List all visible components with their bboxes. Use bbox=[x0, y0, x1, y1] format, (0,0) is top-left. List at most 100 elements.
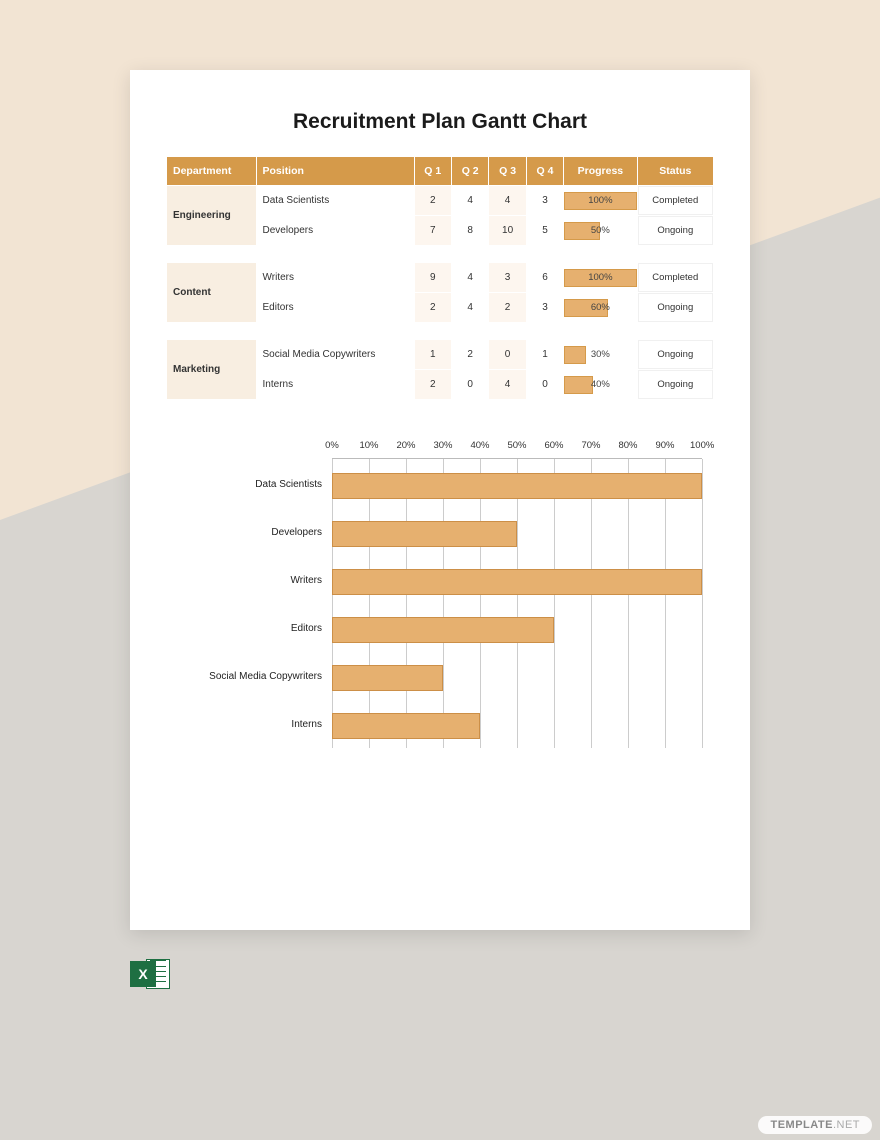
chart-bar-label: Data Scientists bbox=[172, 479, 322, 490]
th-department: Department bbox=[167, 157, 256, 185]
axis-tick-label: 10% bbox=[357, 440, 381, 451]
quarter-cell: 5 bbox=[527, 216, 563, 245]
quarter-cell: 4 bbox=[452, 186, 488, 215]
quarter-cell: 4 bbox=[489, 370, 525, 399]
progress-cell: 100% bbox=[564, 186, 636, 215]
chart-axis-labels: 0%10%20%30%40%50%60%70%80%90%100% bbox=[332, 440, 702, 454]
progress-cell: 50% bbox=[564, 216, 636, 245]
th-q3: Q 3 bbox=[489, 157, 525, 185]
quarter-cell: 0 bbox=[489, 340, 525, 369]
document-page: Recruitment Plan Gantt Chart Department … bbox=[130, 70, 750, 930]
quarter-cell: 2 bbox=[489, 293, 525, 322]
progress-cell: 100% bbox=[564, 263, 636, 292]
quarter-cell: 2 bbox=[415, 370, 451, 399]
chart-bar bbox=[332, 569, 702, 595]
quarter-cell: 3 bbox=[489, 263, 525, 292]
table-row: MarketingSocial Media Copywriters120130%… bbox=[167, 340, 713, 369]
position-cell: Interns bbox=[257, 370, 414, 399]
excel-icon: X bbox=[130, 955, 170, 995]
quarter-cell: 3 bbox=[527, 186, 563, 215]
axis-tick-label: 20% bbox=[394, 440, 418, 451]
position-cell: Editors bbox=[257, 293, 414, 322]
table-row: ContentWriters9436100%Completed bbox=[167, 263, 713, 292]
progress-label: 40% bbox=[564, 375, 636, 395]
page-title: Recruitment Plan Gantt Chart bbox=[166, 110, 714, 134]
position-cell: Developers bbox=[257, 216, 414, 245]
status-cell: Ongoing bbox=[638, 216, 713, 245]
chart-bar-row: Developers bbox=[332, 521, 702, 547]
watermark-tld: .NET bbox=[833, 1119, 860, 1131]
gantt-bar-chart: 0%10%20%30%40%50%60%70%80%90%100% Data S… bbox=[192, 440, 702, 760]
table-row: EngineeringData Scientists2443100%Comple… bbox=[167, 186, 713, 215]
quarter-cell: 4 bbox=[489, 186, 525, 215]
gridline bbox=[591, 459, 592, 748]
quarter-cell: 0 bbox=[527, 370, 563, 399]
gridline bbox=[406, 459, 407, 748]
axis-tick-label: 70% bbox=[579, 440, 603, 451]
axis-tick-label: 30% bbox=[431, 440, 455, 451]
chart-bar-label: Writers bbox=[172, 575, 322, 586]
quarter-cell: 1 bbox=[527, 340, 563, 369]
quarter-cell: 0 bbox=[452, 370, 488, 399]
chart-bar-label: Social Media Copywriters bbox=[172, 671, 322, 682]
chart-bar-label: Interns bbox=[172, 719, 322, 730]
status-cell: Completed bbox=[638, 186, 713, 215]
chart-bar bbox=[332, 665, 443, 691]
position-cell: Social Media Copywriters bbox=[257, 340, 414, 369]
th-q4: Q 4 bbox=[527, 157, 563, 185]
progress-label: 50% bbox=[564, 221, 636, 241]
quarter-cell: 2 bbox=[415, 293, 451, 322]
th-progress: Progress bbox=[564, 157, 636, 185]
gridline bbox=[702, 459, 703, 748]
chart-plot: Data ScientistsDevelopersWritersEditorsS… bbox=[332, 458, 702, 748]
status-cell: Ongoing bbox=[638, 340, 713, 369]
quarter-cell: 4 bbox=[452, 263, 488, 292]
excel-book-icon: X bbox=[130, 961, 156, 987]
chart-bar bbox=[332, 713, 480, 739]
gridline bbox=[443, 459, 444, 748]
quarter-cell: 1 bbox=[415, 340, 451, 369]
gridline bbox=[332, 459, 333, 748]
axis-tick-label: 40% bbox=[468, 440, 492, 451]
quarter-cell: 8 bbox=[452, 216, 488, 245]
progress-cell: 30% bbox=[564, 340, 636, 369]
position-cell: Writers bbox=[257, 263, 414, 292]
gridline bbox=[665, 459, 666, 748]
quarter-cell: 4 bbox=[452, 293, 488, 322]
recruitment-table: Department Position Q 1 Q 2 Q 3 Q 4 Prog… bbox=[166, 156, 714, 400]
axis-tick-label: 50% bbox=[505, 440, 529, 451]
axis-tick-label: 80% bbox=[616, 440, 640, 451]
gridline bbox=[628, 459, 629, 748]
dept-cell: Content bbox=[167, 263, 256, 322]
chart-bar bbox=[332, 521, 517, 547]
chart-bar-row: Writers bbox=[332, 569, 702, 595]
quarter-cell: 7 bbox=[415, 216, 451, 245]
dept-cell: Engineering bbox=[167, 186, 256, 245]
progress-cell: 40% bbox=[564, 370, 636, 399]
gridline bbox=[517, 459, 518, 748]
quarter-cell: 2 bbox=[415, 186, 451, 215]
progress-label: 100% bbox=[564, 191, 636, 211]
chart-bar bbox=[332, 617, 554, 643]
progress-label: 30% bbox=[564, 345, 636, 365]
gridline bbox=[480, 459, 481, 748]
status-cell: Completed bbox=[638, 263, 713, 292]
chart-bar-row: Social Media Copywriters bbox=[332, 665, 702, 691]
status-cell: Ongoing bbox=[638, 293, 713, 322]
gridline bbox=[554, 459, 555, 748]
chart-bar-label: Developers bbox=[172, 527, 322, 538]
th-status: Status bbox=[638, 157, 713, 185]
axis-tick-label: 100% bbox=[690, 440, 714, 451]
th-q2: Q 2 bbox=[452, 157, 488, 185]
dept-cell: Marketing bbox=[167, 340, 256, 399]
quarter-cell: 3 bbox=[527, 293, 563, 322]
chart-bar-label: Editors bbox=[172, 623, 322, 634]
axis-tick-label: 60% bbox=[542, 440, 566, 451]
chart-bar-row: Editors bbox=[332, 617, 702, 643]
axis-tick-label: 90% bbox=[653, 440, 677, 451]
quarter-cell: 9 bbox=[415, 263, 451, 292]
chart-bar-row: Interns bbox=[332, 713, 702, 739]
quarter-cell: 6 bbox=[527, 263, 563, 292]
status-cell: Ongoing bbox=[638, 370, 713, 399]
gridline bbox=[369, 459, 370, 748]
